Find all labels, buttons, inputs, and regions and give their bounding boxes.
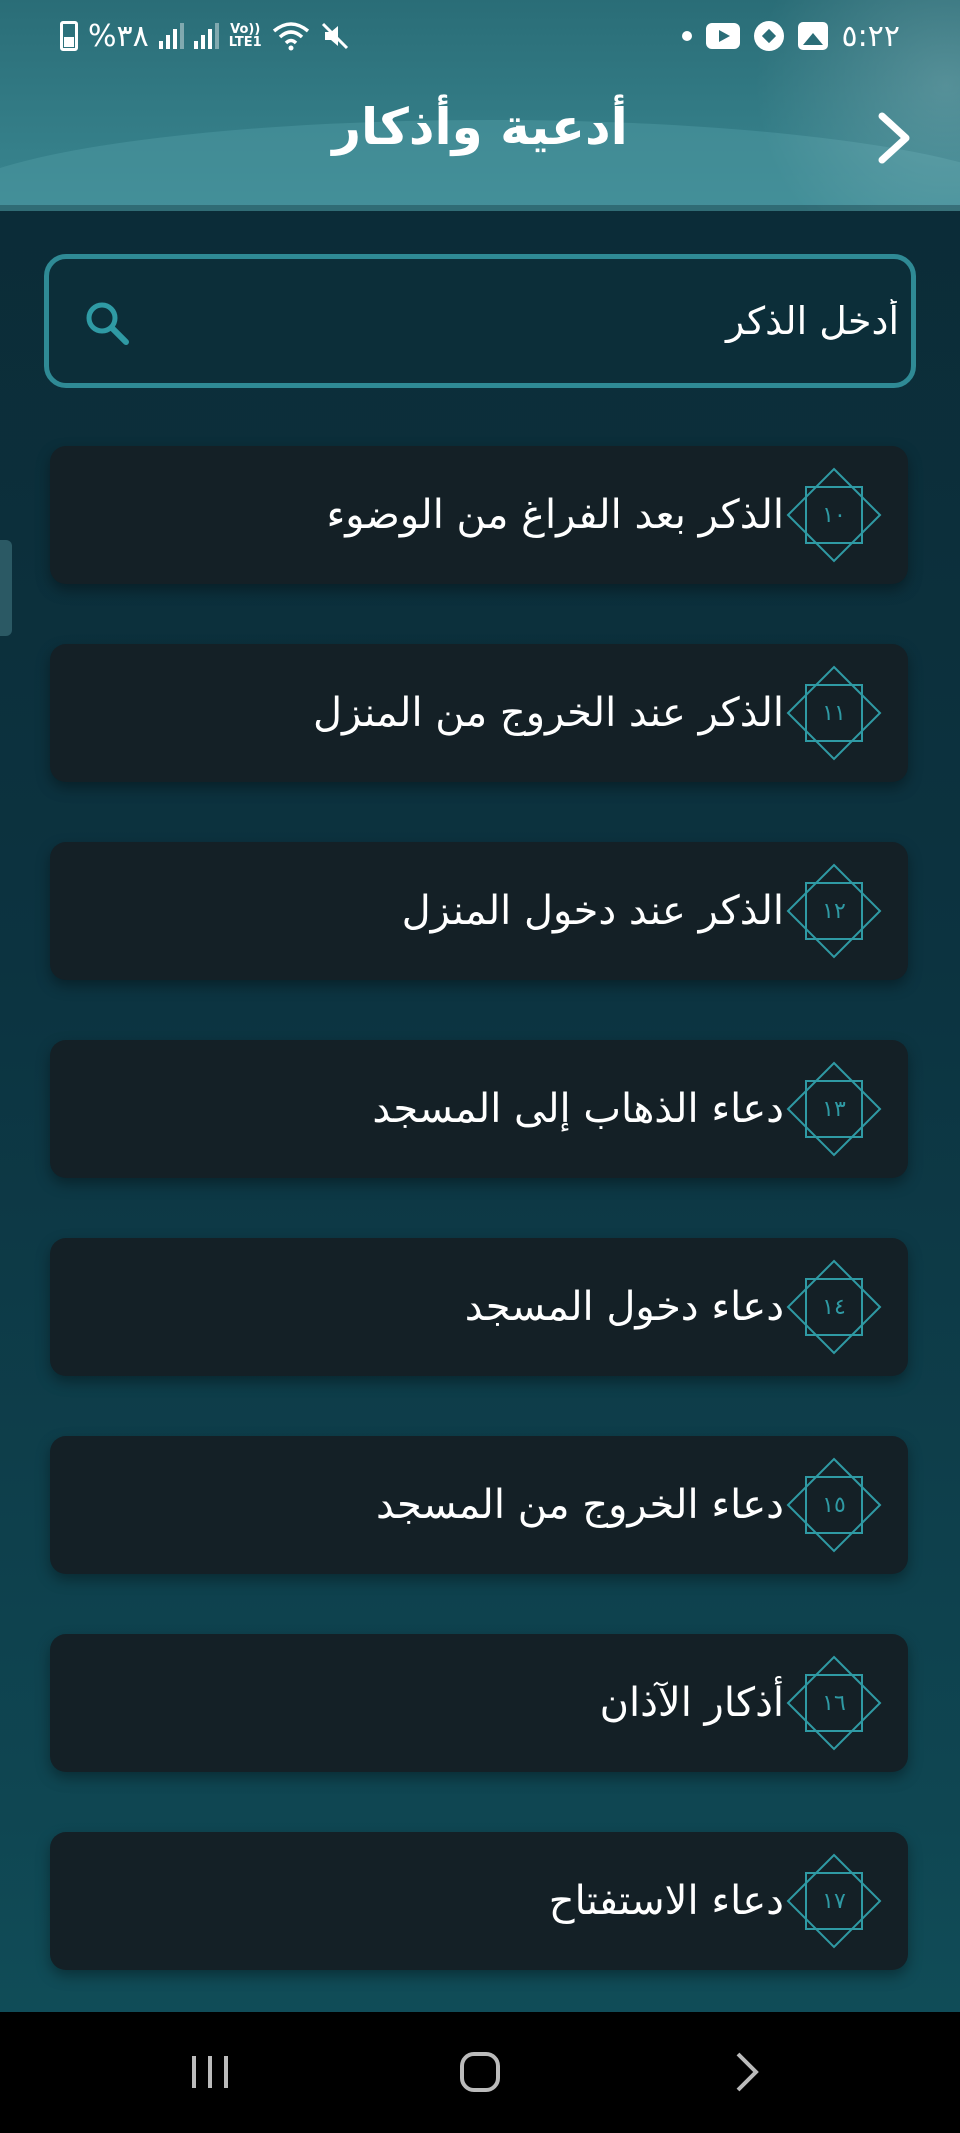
item-number-badge: ١٦ bbox=[784, 1653, 884, 1753]
chevron-right-icon bbox=[736, 2052, 759, 2092]
item-number: ١٥ bbox=[822, 1492, 846, 1518]
youtube-icon bbox=[705, 23, 740, 49]
lte-indicator: Vo)) LTE1 bbox=[229, 23, 262, 49]
item-label: الذكر بعد الفراغ من الوضوء bbox=[326, 492, 784, 538]
battery-icon bbox=[60, 21, 78, 51]
item-number-badge: ١٢ bbox=[784, 861, 884, 961]
list-item[interactable]: ١٣ دعاء الذهاب إلى المسجد bbox=[50, 1040, 908, 1178]
item-number: ١٢ bbox=[822, 898, 846, 924]
scroll-indicator[interactable] bbox=[0, 540, 12, 636]
item-label: الذكر عند دخول المنزل bbox=[401, 888, 784, 934]
status-right-group: ٥:٢٢ bbox=[681, 14, 900, 58]
notification-dot-icon bbox=[681, 31, 692, 41]
item-number: ١٠ bbox=[822, 502, 846, 528]
item-number: ١٤ bbox=[822, 1294, 846, 1320]
system-nav-bar bbox=[0, 2012, 960, 2133]
item-number: ١٦ bbox=[822, 1690, 846, 1716]
search-input[interactable] bbox=[179, 259, 899, 383]
signal-icon bbox=[158, 23, 184, 49]
list-item[interactable]: ١٠ الذكر بعد الفراغ من الوضوء bbox=[50, 446, 908, 584]
network-label: LTE1 bbox=[228, 35, 262, 50]
header-divider bbox=[0, 205, 960, 211]
home-icon bbox=[460, 2052, 500, 2092]
clock: ٥:٢٢ bbox=[841, 18, 900, 54]
item-number-badge: ١١ bbox=[784, 663, 884, 763]
battery-percent: %٣٨ bbox=[88, 18, 149, 54]
recent-apps-icon bbox=[192, 2056, 228, 2088]
item-label: الذكر عند الخروج من المنزل bbox=[312, 690, 784, 736]
football-icon bbox=[753, 21, 784, 51]
recent-apps-button[interactable] bbox=[175, 2042, 245, 2102]
item-label: دعاء الخروج من المسجد bbox=[376, 1482, 784, 1528]
item-number-badge: ١٤ bbox=[784, 1257, 884, 1357]
status-bar: %٣٨ Vo)) LTE1 ٥:٢٢ bbox=[0, 14, 960, 58]
item-number-badge: ١٧ bbox=[784, 1851, 884, 1951]
item-label: دعاء الاستفتاح bbox=[548, 1878, 784, 1924]
item-label: دعاء دخول المسجد bbox=[464, 1284, 784, 1330]
chevron-right-icon bbox=[878, 112, 910, 164]
item-number-badge: ١٠ bbox=[784, 465, 884, 565]
list-item[interactable]: ١٤ دعاء دخول المسجد bbox=[50, 1238, 908, 1376]
list-item[interactable]: ١٥ دعاء الخروج من المسجد bbox=[50, 1436, 908, 1574]
mute-icon bbox=[321, 22, 348, 50]
list-item[interactable]: ١١ الذكر عند الخروج من المنزل bbox=[50, 644, 908, 782]
item-label: دعاء الذهاب إلى المسجد bbox=[372, 1086, 784, 1132]
search-icon[interactable] bbox=[83, 299, 131, 347]
list-item[interactable]: ١٢ الذكر عند دخول المنزل bbox=[50, 842, 908, 980]
signal-icon-2 bbox=[193, 23, 219, 49]
list-item[interactable]: ١٦ أذكار الآذان bbox=[50, 1634, 908, 1772]
item-number: ١١ bbox=[822, 700, 846, 726]
status-left-group: %٣٨ Vo)) LTE1 bbox=[60, 14, 350, 58]
wifi-icon bbox=[272, 22, 309, 51]
nav-back-button[interactable] bbox=[712, 2042, 782, 2102]
gallery-icon bbox=[797, 22, 828, 50]
back-button[interactable] bbox=[866, 108, 922, 168]
item-number-badge: ١٣ bbox=[784, 1059, 884, 1159]
item-number: ١٣ bbox=[822, 1096, 846, 1122]
home-button[interactable] bbox=[445, 2042, 515, 2102]
page-title: أدعية وأذكار bbox=[332, 98, 628, 156]
search-box bbox=[44, 254, 916, 388]
list-item[interactable]: ١٧ دعاء الاستفتاح bbox=[50, 1832, 908, 1970]
item-number: ١٧ bbox=[822, 1888, 846, 1914]
item-label: أذكار الآذان bbox=[599, 1680, 784, 1726]
item-number-badge: ١٥ bbox=[784, 1455, 884, 1555]
